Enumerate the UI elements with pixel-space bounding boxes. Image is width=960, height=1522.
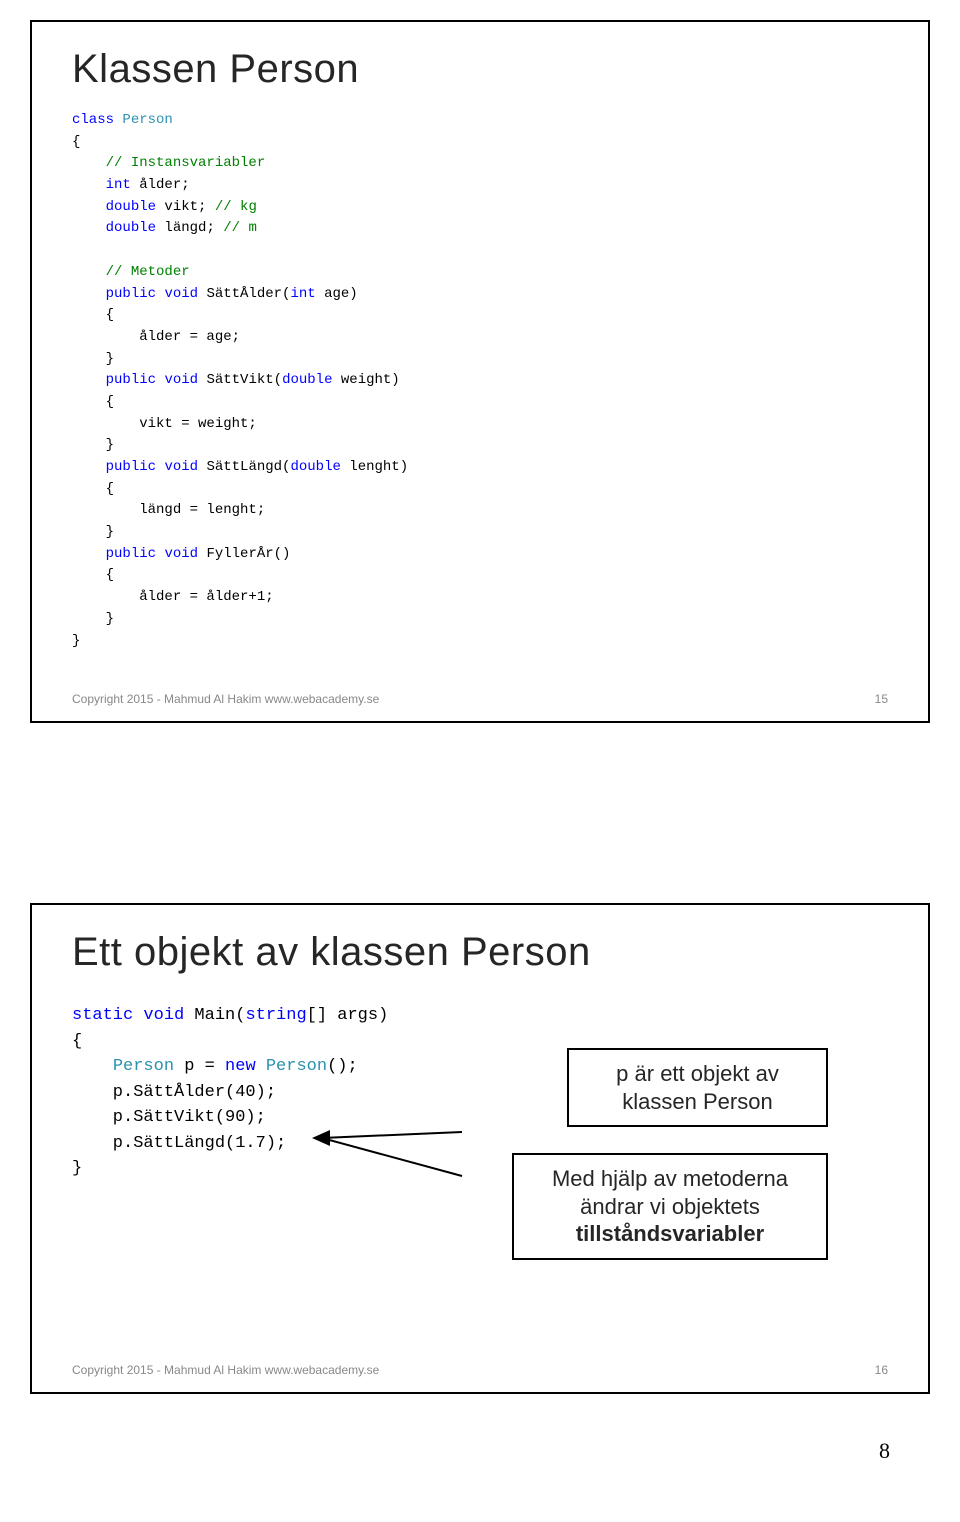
footer-text: Copyright 2015 - Mahmud Al Hakim www.web… [72,692,379,706]
txt: { [72,394,114,410]
callout-line: p är ett objekt av [585,1060,810,1088]
cmt: // m [223,220,257,236]
callout-line: ändrar vi objektets [530,1193,810,1221]
txt: lenght) [341,459,408,475]
kw: string [245,1006,306,1025]
txt [72,546,106,562]
kw: static [72,1006,133,1025]
txt: [] args) [307,1006,389,1025]
txt [256,1057,266,1076]
slide-title: Klassen Person [72,47,888,92]
kw: void [164,372,198,388]
code-block: class Person { // Instansvariabler int å… [72,110,888,652]
txt: SättÅlder( [198,286,290,302]
slide-title: Ett objekt av klassen Person [72,930,888,975]
kw: public [106,372,156,388]
txt: vikt; [156,199,215,215]
txt: { [72,481,114,497]
kw: double [282,372,332,388]
type: Person [266,1057,327,1076]
kw: void [164,546,198,562]
callout-box: p är ett objekt av klassen Person [567,1048,828,1127]
txt: Main( [184,1006,245,1025]
kw: new [225,1057,256,1076]
page-number: 8 [879,1438,890,1464]
txt: p.SättÅlder(40); [72,1083,276,1102]
type: Person [113,1057,174,1076]
txt [72,372,106,388]
kw: int [290,286,315,302]
txt: ålder = age; [72,329,240,345]
txt: (); [327,1057,358,1076]
txt: age) [316,286,358,302]
txt: p.SättVikt(90); [72,1108,266,1127]
txt: längd; [156,220,223,236]
txt [72,199,106,215]
cmt: // Instansvariabler [106,155,266,171]
txt: } [72,1159,82,1178]
callout-line: tillståndsvariabler [530,1220,810,1248]
arrow-icon [312,1128,472,1188]
txt [72,286,106,302]
kw: public [106,459,156,475]
kw: void [143,1006,184,1025]
txt [72,1057,113,1076]
txt: FyllerÅr() [198,546,290,562]
kw: public [106,546,156,562]
slide-body: static void Main(string[] args) { Person… [72,993,888,1323]
txt: p = [174,1057,225,1076]
kw: void [164,459,198,475]
callout-line: klassen Person [585,1088,810,1116]
callout-box: Med hjälp av metoderna ändrar vi objekte… [512,1153,828,1260]
txt [72,177,106,193]
kw: double [106,199,156,215]
txt: SättLängd( [198,459,290,475]
slide-1: Klassen Person class Person { // Instans… [30,20,930,723]
txt: } [72,524,114,540]
kw: int [106,177,131,193]
slide-footer: Copyright 2015 - Mahmud Al Hakim www.web… [72,1363,888,1377]
slide-footer: Copyright 2015 - Mahmud Al Hakim www.web… [72,692,888,706]
txt: } [72,351,114,367]
txt [72,264,106,280]
txt [72,459,106,475]
kw: public [106,286,156,302]
footer-num: 15 [875,692,888,706]
kw: double [106,220,156,236]
callout-line: Med hjälp av metoderna [530,1165,810,1193]
kw: double [290,459,340,475]
txt: ålder; [131,177,190,193]
txt: } [72,633,80,649]
txt: { [72,567,114,583]
txt: { [72,134,80,150]
txt: vikt = weight; [72,416,257,432]
txt [72,155,106,171]
type: Person [122,112,172,128]
slide-2: Ett objekt av klassen Person static void… [30,903,930,1394]
kw: class [72,112,114,128]
txt: } [72,611,114,627]
footer-num: 16 [875,1363,888,1377]
txt: } [72,437,114,453]
txt: SättVikt( [198,372,282,388]
txt: weight) [332,372,399,388]
footer-text: Copyright 2015 - Mahmud Al Hakim www.web… [72,1363,379,1377]
txt [72,220,106,236]
txt: ålder = ålder+1; [72,589,274,605]
txt: { [72,1032,82,1051]
txt: längd = lenght; [72,502,265,518]
cmt: // Metoder [106,264,190,280]
txt: p.SättLängd(1.7); [72,1134,286,1153]
cmt: // kg [215,199,257,215]
txt: { [72,307,114,323]
txt [133,1006,143,1025]
kw: void [164,286,198,302]
